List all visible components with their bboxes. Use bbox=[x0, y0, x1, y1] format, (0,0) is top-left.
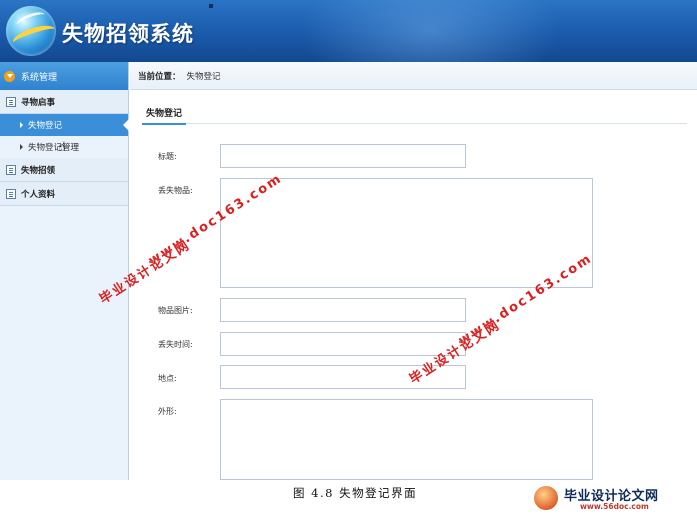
sidebar-item-label: 失物登记管理 bbox=[28, 143, 80, 153]
time-label: 丢失时间: bbox=[158, 340, 193, 349]
triangle-right-icon bbox=[20, 122, 23, 128]
sidebar-group-profile[interactable]: 个人资料 bbox=[0, 182, 128, 206]
site-badge-url: www.56doc.com bbox=[580, 502, 649, 511]
item-textarea[interactable] bbox=[220, 178, 593, 288]
title-label: 标题: bbox=[158, 152, 177, 161]
sidebar-group-lost-found[interactable]: 失物招领 bbox=[0, 158, 128, 182]
globe-logo-icon bbox=[6, 6, 58, 56]
sidebar-group-label: 失物招领 bbox=[21, 165, 56, 176]
sidebar-group-label: 寻物启事 bbox=[21, 97, 56, 108]
title-input[interactable] bbox=[220, 144, 466, 168]
sidebar-header-label: 系统管理 bbox=[21, 72, 58, 83]
tab-bar: 失物登记 bbox=[142, 102, 687, 125]
triangle-right-icon bbox=[20, 144, 23, 150]
list-icon bbox=[6, 96, 16, 107]
sidebar-header[interactable]: 系统管理 bbox=[0, 62, 128, 90]
place-label: 地点: bbox=[158, 374, 177, 383]
sidebar-item-lost-register[interactable]: 失物登记 bbox=[0, 114, 129, 136]
breadcrumb: 当前位置： 失物登记 bbox=[130, 62, 697, 90]
time-input[interactable] bbox=[220, 332, 466, 356]
item-label: 丢失物品: bbox=[158, 186, 193, 195]
shape-textarea[interactable] bbox=[220, 399, 593, 480]
figure-caption: 图 4.8 失物登记界面 bbox=[293, 486, 418, 500]
breadcrumb-label: 当前位置： bbox=[138, 71, 181, 82]
collapse-arrow-icon bbox=[4, 70, 15, 82]
image-label: 物品图片: bbox=[158, 306, 193, 315]
app-title: 失物招领系统 bbox=[62, 22, 194, 46]
tab-lost-register[interactable]: 失物登记 bbox=[142, 102, 187, 125]
site-logo-icon bbox=[534, 486, 558, 510]
list-icon bbox=[6, 188, 16, 199]
sidebar-group-lost-notice[interactable]: 寻物启事 bbox=[0, 90, 128, 114]
hand-cursor-icon: ☝ bbox=[58, 140, 66, 155]
sidebar-item-label: 失物登记 bbox=[28, 121, 63, 131]
breadcrumb-value: 失物登记 bbox=[186, 71, 221, 82]
main-content: 当前位置： 失物登记 失物登记 标题: 丢失物品: 物品图片: 丢失时间: 地点… bbox=[130, 62, 697, 480]
shape-label: 外形: bbox=[158, 407, 177, 416]
list-icon bbox=[6, 164, 16, 175]
sidebar: 系统管理 寻物启事 失物登记 失物登记管理 失物招领 个人资料 ☝ bbox=[0, 62, 129, 480]
app-header: 失物招领系统 bbox=[0, 0, 697, 62]
image-input[interactable] bbox=[220, 298, 466, 322]
sidebar-group-label: 个人资料 bbox=[21, 189, 56, 200]
site-badge: 毕业设计论文网 www.56doc.com bbox=[530, 484, 690, 514]
